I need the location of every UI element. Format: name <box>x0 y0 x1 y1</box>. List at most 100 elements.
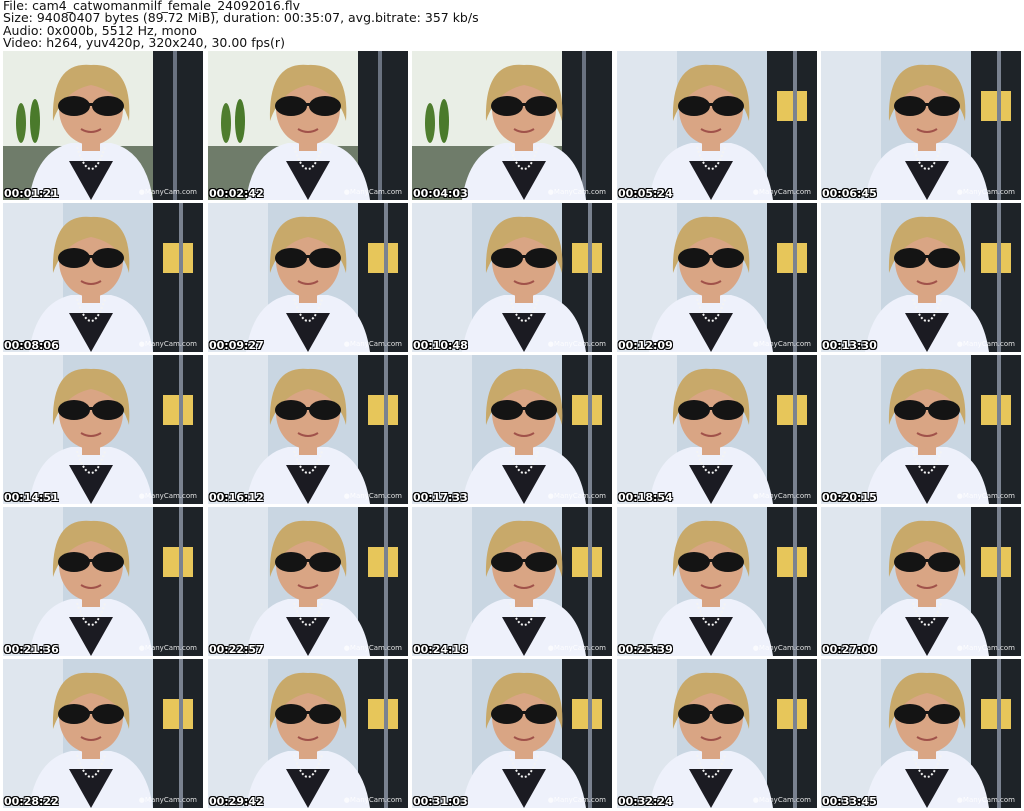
video-frame-thumbnail: 00:20:15 ManyCam.com <box>821 355 1021 504</box>
video-frame-thumbnail: 00:22:57 ManyCam.com <box>208 507 408 656</box>
frame-timestamp: 00:06:45 <box>822 187 877 200</box>
frame-timestamp: 00:29:42 <box>209 795 264 808</box>
video-frame-thumbnail: 00:10:48 ManyCam.com <box>412 203 612 352</box>
watermark-label: ManyCam.com <box>344 644 402 652</box>
watermark-label: ManyCam.com <box>957 188 1015 196</box>
video-frame-thumbnail: 00:05:24 ManyCam.com <box>617 51 817 200</box>
frame-image <box>412 51 612 200</box>
frame-timestamp: 00:28:22 <box>4 795 59 808</box>
frame-timestamp: 00:18:54 <box>618 491 673 504</box>
frame-timestamp: 00:20:15 <box>822 491 877 504</box>
watermark-label: ManyCam.com <box>957 492 1015 500</box>
video-frame-thumbnail: 00:02:42 ManyCam.com <box>208 51 408 200</box>
video-frame-thumbnail: 00:13:30 ManyCam.com <box>821 203 1021 352</box>
watermark-label: ManyCam.com <box>548 492 606 500</box>
thumbnail-grid: 00:01:21ManyCam.com 00:02:42ManyCa <box>3 51 1021 811</box>
frame-timestamp: 00:04:03 <box>413 187 468 200</box>
frame-image <box>821 203 1021 352</box>
watermark-label: ManyCam.com <box>548 796 606 804</box>
frame-image <box>3 355 203 504</box>
frame-timestamp: 00:01:21 <box>4 187 59 200</box>
watermark-label: ManyCam.com <box>753 492 811 500</box>
watermark-label: ManyCam.com <box>957 796 1015 804</box>
watermark-label: ManyCam.com <box>753 796 811 804</box>
watermark-label: ManyCam.com <box>344 188 402 196</box>
frame-image <box>617 203 817 352</box>
frame-image <box>208 51 408 200</box>
frame-timestamp: 00:25:39 <box>618 643 673 656</box>
video-frame-thumbnail: 00:21:36 ManyCam.com <box>3 507 203 656</box>
frame-image <box>617 507 817 656</box>
frame-timestamp: 00:22:57 <box>209 643 264 656</box>
watermark-label: ManyCam.com <box>139 796 197 804</box>
frame-image <box>617 355 817 504</box>
video-frame-thumbnail: 00:24:18 ManyCam.com <box>412 507 612 656</box>
watermark-label: ManyCam.com <box>548 644 606 652</box>
frame-image <box>3 659 203 808</box>
frame-image <box>208 507 408 656</box>
video-frame-thumbnail: 00:12:09 ManyCam.com <box>617 203 817 352</box>
frame-timestamp: 00:17:33 <box>413 491 468 504</box>
video-frame-thumbnail: 00:09:27 ManyCam.com <box>208 203 408 352</box>
watermark-label: ManyCam.com <box>548 188 606 196</box>
frame-timestamp: 00:21:36 <box>4 643 59 656</box>
watermark-label: ManyCam.com <box>344 492 402 500</box>
video-frame-thumbnail: 00:16:12 ManyCam.com <box>208 355 408 504</box>
frame-timestamp: 00:09:27 <box>209 339 264 352</box>
frame-image <box>821 355 1021 504</box>
video-frame-thumbnail: 00:28:22 ManyCam.com <box>3 659 203 808</box>
video-frame-thumbnail: 00:27:00 ManyCam.com <box>821 507 1021 656</box>
frame-timestamp: 00:31:03 <box>413 795 468 808</box>
frame-timestamp: 00:14:51 <box>4 491 59 504</box>
frame-image <box>412 659 612 808</box>
frame-image <box>3 203 203 352</box>
video-frame-thumbnail: 00:29:42 ManyCam.com <box>208 659 408 808</box>
video-frame-thumbnail: 00:14:51 ManyCam.com <box>3 355 203 504</box>
video-frame-thumbnail: 00:08:06 ManyCam.com <box>3 203 203 352</box>
frame-image <box>821 51 1021 200</box>
frame-timestamp: 00:05:24 <box>618 187 673 200</box>
watermark-label: ManyCam.com <box>957 644 1015 652</box>
frame-image <box>208 203 408 352</box>
video-frame-thumbnail: 00:04:03 ManyCam.com <box>412 51 612 200</box>
watermark-label: ManyCam.com <box>957 340 1015 348</box>
frame-image <box>3 51 203 200</box>
watermark-label: ManyCam.com <box>139 644 197 652</box>
frame-timestamp: 00:10:48 <box>413 339 468 352</box>
frame-image <box>821 507 1021 656</box>
video-frame-thumbnail: 00:25:39 ManyCam.com <box>617 507 817 656</box>
frame-image <box>412 203 612 352</box>
video-frame-thumbnail: 00:18:54 ManyCam.com <box>617 355 817 504</box>
video-frame-thumbnail: 00:32:24 ManyCam.com <box>617 659 817 808</box>
frame-image <box>412 355 612 504</box>
file-info-header: File: cam4_catwomanmilf_female_24092016.… <box>3 0 1021 50</box>
frame-timestamp: 00:16:12 <box>209 491 264 504</box>
watermark-label: ManyCam.com <box>753 340 811 348</box>
frame-image <box>412 507 612 656</box>
watermark-label: ManyCam.com <box>139 492 197 500</box>
watermark-label: ManyCam.com <box>753 188 811 196</box>
frame-timestamp: 00:02:42 <box>209 187 264 200</box>
frame-timestamp: 00:13:30 <box>822 339 877 352</box>
frame-timestamp: 00:27:00 <box>822 643 877 656</box>
video-info-line: Video: h264, yuv420p, 320x240, 30.00 fps… <box>3 35 285 51</box>
video-frame-thumbnail: 00:17:33 ManyCam.com <box>412 355 612 504</box>
watermark-label: ManyCam.com <box>753 644 811 652</box>
video-frame-thumbnail: 00:33:45 ManyCam.com <box>821 659 1021 808</box>
frame-image <box>617 659 817 808</box>
frame-image <box>208 659 408 808</box>
frame-image <box>617 51 817 200</box>
frame-image <box>821 659 1021 808</box>
watermark-label: ManyCam.com <box>139 340 197 348</box>
frame-timestamp: 00:08:06 <box>4 339 59 352</box>
watermark-label: ManyCam.com <box>344 340 402 348</box>
frame-timestamp: 00:24:18 <box>413 643 468 656</box>
watermark-label: ManyCam.com <box>548 340 606 348</box>
video-frame-thumbnail: 00:06:45 ManyCam.com <box>821 51 1021 200</box>
frame-image <box>3 507 203 656</box>
frame-image <box>208 355 408 504</box>
watermark-label: ManyCam.com <box>139 188 197 196</box>
frame-timestamp: 00:33:45 <box>822 795 877 808</box>
frame-timestamp: 00:32:24 <box>618 795 673 808</box>
watermark-label: ManyCam.com <box>344 796 402 804</box>
